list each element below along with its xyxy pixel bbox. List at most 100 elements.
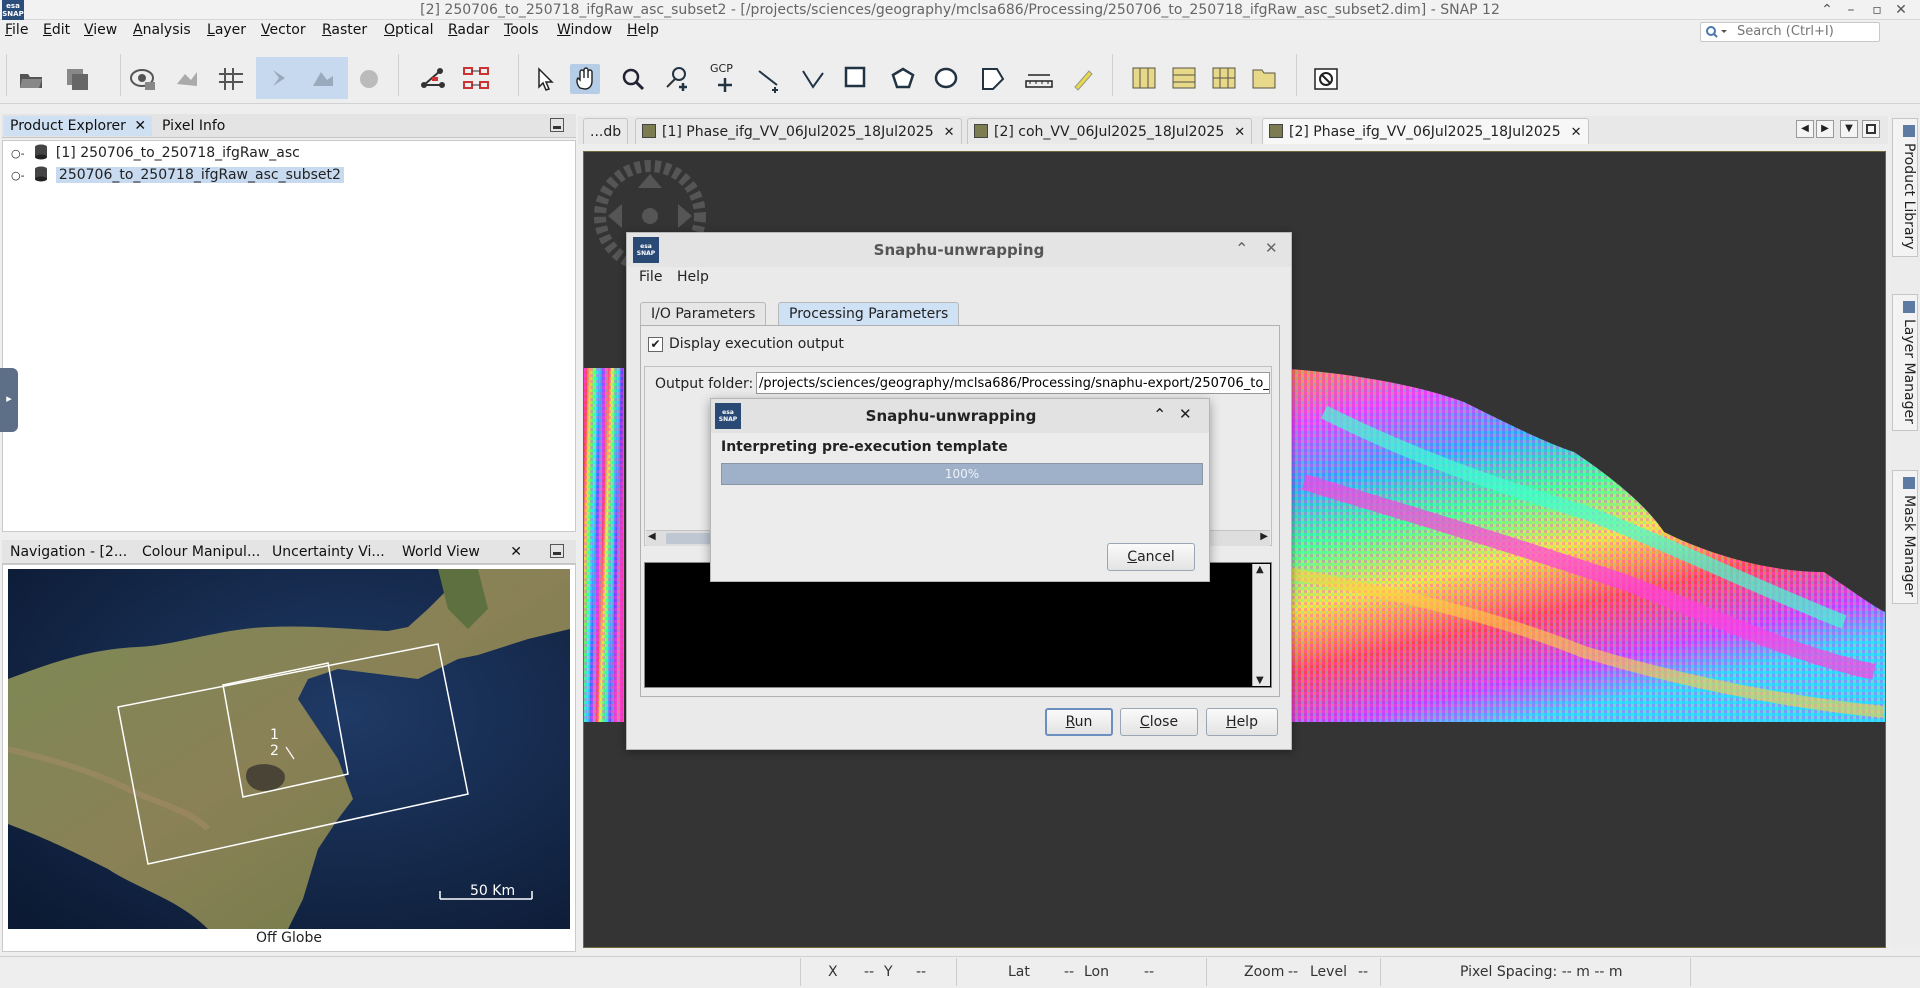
- rectangle-drawing-tool-icon[interactable]: [842, 64, 872, 94]
- save-product-icon[interactable]: [62, 64, 92, 94]
- close-tab-icon[interactable]: ✕: [510, 544, 522, 560]
- open-product-icon[interactable]: [16, 64, 46, 94]
- range-finder-tool-icon[interactable]: [1024, 64, 1054, 94]
- tab-list-dropdown-icon[interactable]: ▼: [1840, 120, 1858, 138]
- tab-colour-manipulation[interactable]: Colour Manipul...: [136, 542, 266, 562]
- highlighter-tool-icon[interactable]: [1068, 64, 1098, 94]
- menu-radar[interactable]: Radar: [448, 21, 489, 39]
- tab-processing-parameters[interactable]: Processing Parameters: [778, 302, 960, 326]
- display-output-checkbox[interactable]: ✔: [648, 336, 663, 352]
- sync-view-icon[interactable]: [308, 64, 338, 94]
- dialog-menu-file[interactable]: File: [639, 269, 662, 285]
- cancel-button[interactable]: Cancel: [1107, 543, 1195, 571]
- satellite-map-image: [8, 569, 570, 929]
- tab-uncertainty-visualisation[interactable]: Uncertainty Vi...: [266, 542, 391, 562]
- minimize-window-icon[interactable]: –: [1840, 0, 1862, 20]
- maximize-window-icon[interactable]: ▫: [1866, 0, 1888, 20]
- grid-icon[interactable]: [216, 64, 246, 94]
- close-button[interactable]: Close: [1120, 708, 1198, 736]
- line-drawing-tool-icon[interactable]: [754, 64, 784, 94]
- doc-tab-db[interactable]: ...db: [583, 118, 629, 144]
- status-y-label: Y: [884, 964, 893, 980]
- tab-io-parameters[interactable]: I/O Parameters: [640, 302, 767, 326]
- search-input[interactable]: [1737, 24, 1877, 39]
- camera-capture-icon[interactable]: [1312, 64, 1342, 94]
- tile-evenly-icon[interactable]: [1130, 64, 1160, 94]
- tile-single-icon[interactable]: [1250, 64, 1280, 94]
- magic-wand-tool-icon[interactable]: [978, 64, 1008, 94]
- menu-view[interactable]: View: [84, 21, 117, 39]
- select-tool-icon[interactable]: [530, 64, 560, 94]
- close-window-icon[interactable]: ✕: [1890, 0, 1912, 20]
- dialog-close-icon[interactable]: ✕: [1265, 239, 1278, 257]
- progress-close-icon[interactable]: ✕: [1179, 405, 1192, 423]
- sidebar-collapse-handle[interactable]: ▸: [0, 368, 18, 432]
- menu-analysis[interactable]: Analysis: [133, 21, 191, 39]
- menu-help[interactable]: Help: [627, 21, 659, 39]
- expand-node-icon[interactable]: ○-: [11, 166, 29, 186]
- tile-grid-icon[interactable]: [1210, 64, 1240, 94]
- dialog-collapse-icon[interactable]: ⌃: [1235, 239, 1248, 258]
- menu-file[interactable]: File: [5, 21, 28, 39]
- tile-horizontally-icon[interactable]: [1170, 64, 1200, 94]
- tree-item-product-2[interactable]: ○- 250706_to_250718_ifgRaw_asc_subset2: [3, 165, 344, 185]
- expand-node-icon[interactable]: ○-: [11, 144, 29, 164]
- scroll-tabs-right-icon[interactable]: ▶: [1816, 120, 1834, 138]
- doc-tab-phase-1[interactable]: [1] Phase_ifg_VV_06Jul2025_18Jul2025 ✕: [635, 118, 962, 144]
- close-tab-icon[interactable]: ✕: [1234, 125, 1245, 140]
- world-map[interactable]: 1 2 50 Km: [8, 569, 570, 929]
- menu-vector[interactable]: Vector: [261, 21, 306, 39]
- doc-tab-label: [2] coh_VV_06Jul2025_18Jul2025: [994, 124, 1225, 140]
- tab-pixel-info[interactable]: Pixel Info: [156, 116, 231, 136]
- menu-optical[interactable]: Optical: [384, 21, 433, 39]
- layer-disabled-icon[interactable]: [172, 64, 202, 94]
- output-folder-field[interactable]: [756, 372, 1270, 394]
- map-scale-label: 50 Km: [470, 883, 516, 899]
- menu-window[interactable]: Window: [557, 21, 612, 39]
- minimize-panel-icon[interactable]: [550, 544, 564, 558]
- maximize-view-icon[interactable]: [1862, 120, 1880, 138]
- pin-disabled-icon[interactable]: [354, 64, 384, 94]
- logo-text-esa: esa: [6, 2, 20, 10]
- minimize-panel-icon[interactable]: [550, 118, 564, 132]
- tab-world-view[interactable]: World View ✕: [396, 542, 528, 562]
- help-button[interactable]: Help: [1206, 708, 1278, 736]
- console-vertical-scrollbar[interactable]: ▲ ▼: [1252, 564, 1270, 686]
- scroll-left-icon[interactable]: ◀: [648, 531, 656, 542]
- scroll-down-icon[interactable]: ▼: [1256, 675, 1264, 686]
- progress-collapse-icon[interactable]: ⌃: [1153, 405, 1166, 424]
- menu-layer[interactable]: Layer: [207, 21, 246, 39]
- menu-tools[interactable]: Tools: [504, 21, 539, 39]
- menu-edit[interactable]: Edit: [43, 21, 70, 39]
- view-overlay-icon[interactable]: [128, 64, 158, 94]
- menu-raster[interactable]: Raster: [322, 21, 367, 39]
- doc-tab-phase-2[interactable]: [2] Phase_ifg_VV_06Jul2025_18Jul2025 ✕: [1262, 118, 1589, 144]
- close-tab-icon[interactable]: ✕: [134, 118, 146, 134]
- tab-product-library[interactable]: Product Library: [1892, 118, 1918, 257]
- zoom-tool-icon[interactable]: [618, 64, 648, 94]
- close-tab-icon[interactable]: ✕: [944, 125, 955, 140]
- scroll-up-icon[interactable]: ▲: [1256, 564, 1264, 575]
- gcp-placing-tool-icon[interactable]: GCP: [710, 62, 740, 94]
- polygon-drawing-tool-icon[interactable]: [888, 64, 918, 94]
- ellipse-drawing-tool-icon[interactable]: [932, 64, 962, 94]
- tab-mask-manager[interactable]: Mask Manager: [1892, 470, 1918, 604]
- tab-navigation[interactable]: Navigation - [2...: [4, 542, 133, 562]
- sync-cursor-icon[interactable]: [264, 64, 294, 94]
- batch-processing-icon[interactable]: [462, 64, 492, 94]
- collapse-window-icon[interactable]: ⌃: [1816, 0, 1838, 20]
- status-zoom-value: --: [1288, 964, 1299, 980]
- scroll-tabs-left-icon[interactable]: ◀: [1796, 120, 1814, 138]
- scroll-right-icon[interactable]: ▶: [1260, 531, 1268, 542]
- run-button[interactable]: Run: [1045, 708, 1113, 736]
- pin-placing-tool-icon[interactable]: [662, 64, 692, 94]
- graph-builder-icon[interactable]: [418, 64, 448, 94]
- dialog-menu-help[interactable]: Help: [677, 269, 709, 285]
- close-tab-icon[interactable]: ✕: [1571, 125, 1582, 140]
- tab-product-explorer[interactable]: Product Explorer ✕: [4, 116, 153, 136]
- polyline-drawing-tool-icon[interactable]: [798, 64, 828, 94]
- pan-tool-icon[interactable]: [570, 64, 600, 94]
- doc-tab-coh-2[interactable]: [2] coh_VV_06Jul2025_18Jul2025 ✕: [967, 118, 1253, 144]
- tab-layer-manager[interactable]: Layer Manager: [1892, 294, 1918, 431]
- tree-item-product-1[interactable]: ○- [1] 250706_to_250718_ifgRaw_asc: [3, 143, 300, 163]
